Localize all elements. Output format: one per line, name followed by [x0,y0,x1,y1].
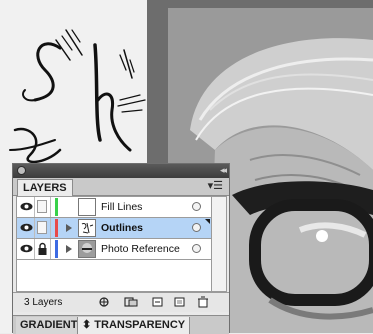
layer-color-swatch [55,219,58,237]
tab-gradient[interactable]: GRADIENT [16,317,82,334]
column-divider [34,218,35,238]
bottom-tab-row: GRADIENT ⬍ TRANSPARENCY [13,315,229,334]
layer-row-photo-reference[interactable]: Photo Reference [17,239,211,260]
panel-close-button[interactable] [17,166,26,175]
panel-menu-icon[interactable]: ▾☰ [208,180,223,193]
stepper-arrows-icon: ⬍ [82,319,92,331]
panel-tab-row: LAYERS ▾☰ [13,178,229,196]
collapse-double-arrow-icon[interactable]: ◂◂ [220,165,227,176]
tab-transparency[interactable]: ⬍ TRANSPARENCY [77,317,191,334]
panel-titlebar[interactable]: ◂◂ [13,164,229,178]
visibility-eye-icon[interactable] [20,242,33,255]
layer-name[interactable]: Photo Reference [101,243,180,255]
layers-footer: 3 Layers [13,292,229,312]
lock-toggle-empty[interactable] [37,221,47,234]
trash-icon[interactable] [196,296,210,308]
column-divider [50,197,51,217]
layer-thumbnail [78,219,96,237]
tab-layers[interactable]: LAYERS [17,179,73,196]
column-divider [50,239,51,259]
layers-scrollbar[interactable] [212,196,227,292]
tab-transparency-label: TRANSPARENCY [94,319,186,331]
layer-thumbnail [78,198,96,216]
target-circle-icon[interactable] [192,223,201,232]
layer-color-swatch [55,240,58,258]
selection-indicator-icon [205,219,210,224]
expand-triangle-icon[interactable] [66,224,72,232]
new-layer-icon[interactable] [173,296,187,308]
visibility-eye-icon[interactable] [20,200,33,213]
visibility-eye-icon[interactable] [20,221,33,234]
layer-count: 3 Layers [24,297,63,308]
layer-thumbnail [78,240,96,258]
layers-list: Fill Lines Outlines Photo Reference [16,196,212,292]
layer-name[interactable]: Outlines [101,222,143,234]
layer-color-swatch [55,198,58,216]
layer-row-fill-lines[interactable]: Fill Lines [17,197,211,218]
lock-toggle-empty[interactable] [37,200,47,213]
layers-panel: ◂◂ LAYERS ▾☰ Fill Lines Outlines Photo R… [12,163,230,334]
layer-row-outlines[interactable]: Outlines [17,218,211,239]
column-divider [34,239,35,259]
target-circle-icon[interactable] [192,202,201,211]
column-divider [50,218,51,238]
target-circle-icon[interactable] [192,244,201,253]
column-divider [34,197,35,217]
make-clipping-mask-icon[interactable] [124,296,138,308]
new-sublayer-icon[interactable] [151,296,165,308]
expand-triangle-icon[interactable] [66,245,72,253]
lock-icon[interactable] [37,242,48,256]
locate-object-icon[interactable] [97,296,111,308]
layer-name[interactable]: Fill Lines [101,201,142,213]
